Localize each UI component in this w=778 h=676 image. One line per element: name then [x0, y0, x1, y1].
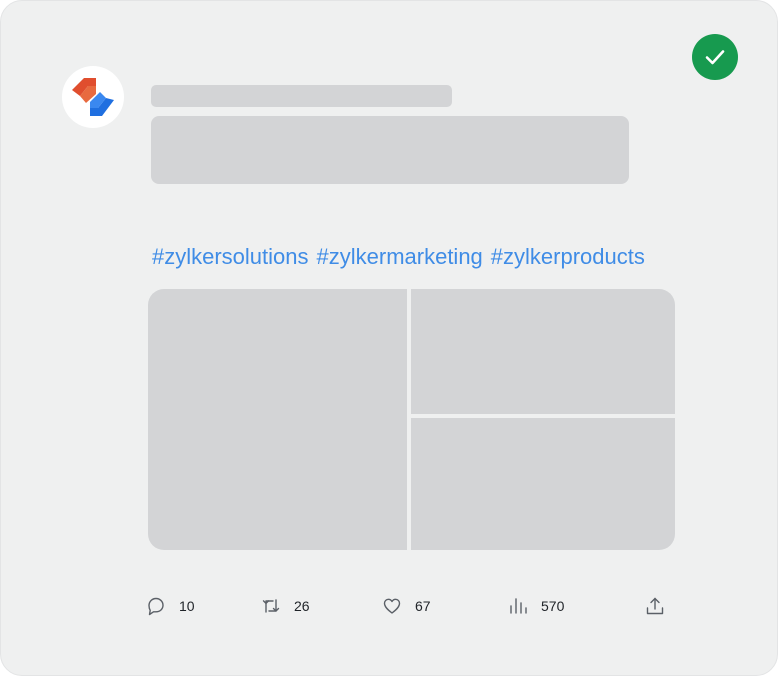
zylker-logo-icon: [72, 78, 114, 116]
avatar[interactable]: [62, 66, 124, 128]
social-post-card: #zylkersolutions #zylkermarketing #zylke…: [0, 0, 778, 676]
share-button[interactable]: [644, 593, 666, 619]
like-button[interactable]: 67: [381, 593, 431, 619]
author-name-placeholder: [151, 85, 452, 107]
hashtag-link[interactable]: #zylkerproducts: [491, 244, 645, 272]
hashtag-link[interactable]: #zylkermarketing: [317, 244, 483, 272]
hashtag-list: #zylkersolutions #zylkermarketing #zylke…: [152, 244, 645, 272]
media-image-top-right[interactable]: [411, 289, 675, 414]
post-text-placeholder: [151, 116, 629, 184]
comment-icon: [148, 597, 164, 616]
like-count: 67: [415, 598, 431, 614]
post-actions-bar: 10 26 67 570: [1, 593, 778, 619]
check-circle-icon: [692, 34, 738, 80]
repost-button[interactable]: 26: [260, 593, 310, 619]
repost-count: 26: [294, 598, 310, 614]
hashtag-link[interactable]: #zylkersolutions: [152, 244, 309, 272]
views-icon: [510, 598, 527, 614]
share-icon: [646, 597, 664, 615]
media-image-large[interactable]: [148, 289, 407, 550]
reply-button[interactable]: 10: [145, 593, 195, 619]
heart-icon: [383, 598, 401, 614]
views-count: 570: [541, 598, 565, 614]
reply-count: 10: [179, 598, 195, 614]
views-button[interactable]: 570: [507, 593, 564, 619]
repost-icon: [262, 599, 280, 613]
media-image-bottom-right[interactable]: [411, 418, 675, 550]
